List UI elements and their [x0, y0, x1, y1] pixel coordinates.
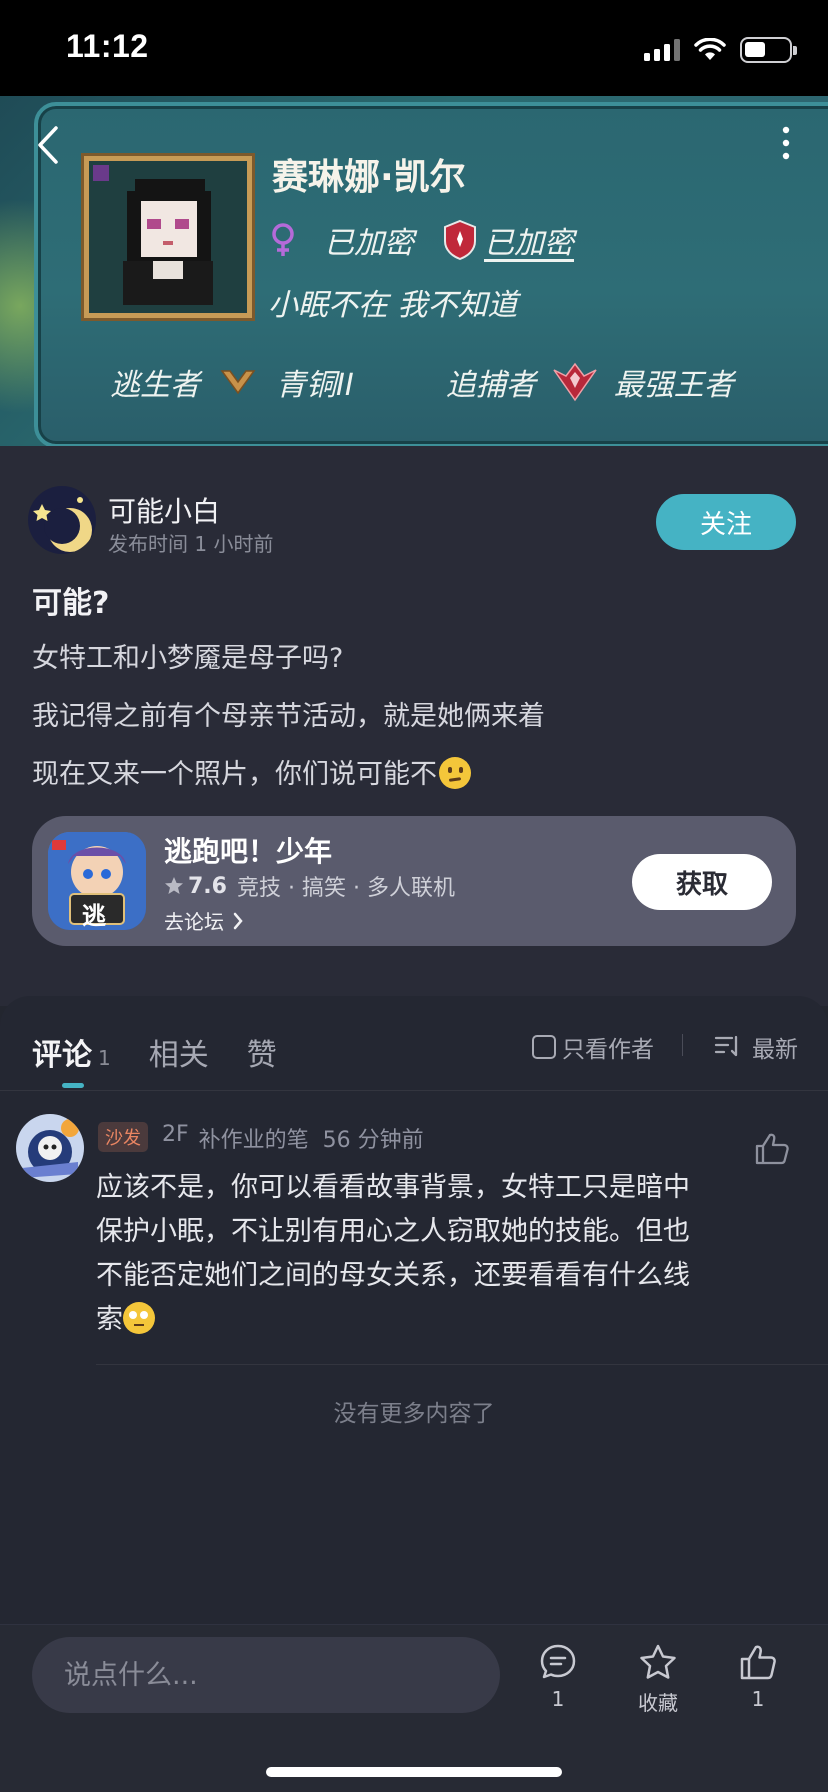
battery-icon	[740, 37, 797, 63]
profile-bio: 小眠不在 我不知道	[268, 288, 518, 323]
divider	[682, 1034, 683, 1056]
hunter-label: 追捕者	[445, 368, 536, 403]
home-indicator	[266, 1767, 562, 1777]
author-name[interactable]: 可能小白	[108, 490, 220, 530]
comment-text: 应该不是，你可以看看故事背景，女特工只是暗中 保护小眠，不让别有用心之人窃取她的…	[96, 1172, 690, 1335]
comment-tabs: 评论 1 相关 赞	[32, 1030, 315, 1088]
divider	[96, 1364, 828, 1365]
status-time: 11:12	[66, 28, 149, 64]
comment-input[interactable]	[32, 1637, 500, 1713]
favorite-label: 收藏	[638, 1691, 678, 1715]
comment-button[interactable]: 1	[518, 1643, 598, 1711]
comment-time: 56 分钟前	[322, 1128, 424, 1153]
comment-meta: 2F 补作业的笔 56 分钟前	[162, 1122, 424, 1154]
hunter-rank: 最强王者	[613, 368, 734, 403]
sort-icon	[714, 1035, 738, 1057]
star-icon	[165, 877, 183, 894]
eye-roll-emoji-icon	[123, 1302, 155, 1334]
favorite-button[interactable]: 收藏	[618, 1643, 698, 1716]
more-icon[interactable]	[780, 126, 792, 160]
game-icon-char: 逃	[82, 902, 106, 930]
game-name: 逃跑吧！少年	[164, 835, 333, 868]
game-card[interactable]: 逃 逃跑吧！少年 7.6 竞技 · 搞笑 · 多人联机 去论坛 获取	[32, 816, 796, 946]
tab-indicator	[62, 1083, 84, 1088]
post-content: 可能小白 发布时间 1 小时前 关注 可能? 女特工和小梦魇是母子吗? 我记得之…	[0, 446, 828, 1006]
sofa-badge: 沙发	[98, 1122, 148, 1152]
post-time: 发布时间 1 小时前	[108, 532, 274, 556]
like-button[interactable]: 1	[718, 1643, 798, 1711]
sort-button[interactable]: 最新	[714, 1030, 798, 1064]
tab-comments-count: 1	[98, 1046, 111, 1070]
game-meta: 7.6 竞技 · 搞笑 · 多人联机	[164, 870, 455, 902]
comment-floor: 2F	[162, 1122, 189, 1147]
bottom-action-bar: 1 收藏 1	[0, 1624, 828, 1792]
comment-text-wrap: 应该不是，你可以看看故事背景，女特工只是暗中 保护小眠，不让别有用心之人窃取她的…	[96, 1166, 736, 1342]
survivor-rank: 青铜II	[276, 368, 354, 403]
tab-comments-label: 评论	[32, 1038, 92, 1073]
game-tags: 竞技 · 搞笑 · 多人联机	[236, 876, 455, 901]
thumbs-up-icon[interactable]	[754, 1132, 790, 1166]
signal-icon	[644, 39, 680, 61]
chevron-right-icon	[233, 912, 243, 929]
comment-icon	[540, 1644, 576, 1679]
comment-section: 评论 1 相关 赞 只看作者 最新 沙发 2F 补作业的笔 56 分钟前 应该不…	[0, 996, 828, 1626]
bronze-rank-icon	[220, 370, 256, 395]
wifi-icon	[694, 38, 726, 60]
thinking-emoji-icon	[439, 757, 471, 789]
rank-row: 逃生者 青铜II 追捕者 最强王者	[110, 360, 734, 404]
only-author-toggle[interactable]: 只看作者	[532, 1030, 654, 1064]
follow-button[interactable]: 关注	[656, 494, 796, 550]
game-app-icon: 逃	[48, 832, 146, 930]
profile-banner: 赛琳娜·凯尔 已加密 已加密 小眠不在 我不知道 逃生者 青铜II 追捕者 最强…	[0, 96, 828, 446]
author-avatar[interactable]	[28, 486, 96, 554]
status-bar: 11:12	[0, 0, 828, 96]
tab-related[interactable]: 相关	[149, 1030, 209, 1074]
profile-attributes: 已加密 已加密	[268, 218, 574, 262]
divider	[0, 1090, 828, 1091]
post-line-3: 现在又来一个照片，你们说可能不	[32, 759, 437, 790]
back-icon[interactable]	[30, 122, 64, 168]
no-more-content: 没有更多内容了	[333, 1401, 495, 1427]
post-line-3-wrap: 现在又来一个照片，你们说可能不	[32, 752, 471, 791]
rank-shield-icon	[444, 219, 476, 261]
star-outline-icon	[640, 1644, 676, 1679]
only-author-checkbox[interactable]	[532, 1035, 556, 1059]
post-line-2: 我记得之前有个母亲节活动，就是她俩来着	[32, 701, 545, 732]
survivor-label: 逃生者	[110, 368, 200, 403]
comment-count: 1	[551, 1687, 565, 1711]
post-line-1: 女特工和小梦魇是母子吗?	[32, 643, 344, 674]
status-icons	[644, 36, 797, 64]
tab-likes[interactable]: 赞	[247, 1030, 277, 1074]
game-score: 7.6	[188, 873, 227, 899]
forum-link-label: 去论坛	[164, 910, 224, 934]
comment-user[interactable]: 补作业的笔	[199, 1122, 309, 1154]
get-button[interactable]: 获取	[632, 854, 772, 910]
forum-link[interactable]: 去论坛	[164, 906, 244, 935]
sort-label: 最新	[752, 1037, 798, 1063]
character-avatar	[84, 156, 252, 318]
commenter-avatar[interactable]	[16, 1114, 84, 1182]
female-icon	[272, 223, 294, 256]
rank-value[interactable]: 已加密	[484, 218, 574, 262]
gender-value: 已加密	[324, 226, 414, 261]
king-rank-icon	[553, 362, 597, 402]
tab-comments[interactable]: 评论 1	[32, 1030, 111, 1088]
only-author-label: 只看作者	[562, 1037, 654, 1063]
gamer-name: 赛琳娜·凯尔	[272, 157, 466, 198]
post-title: 可能?	[32, 586, 110, 621]
like-count: 1	[751, 1687, 765, 1711]
like-icon	[740, 1645, 776, 1680]
